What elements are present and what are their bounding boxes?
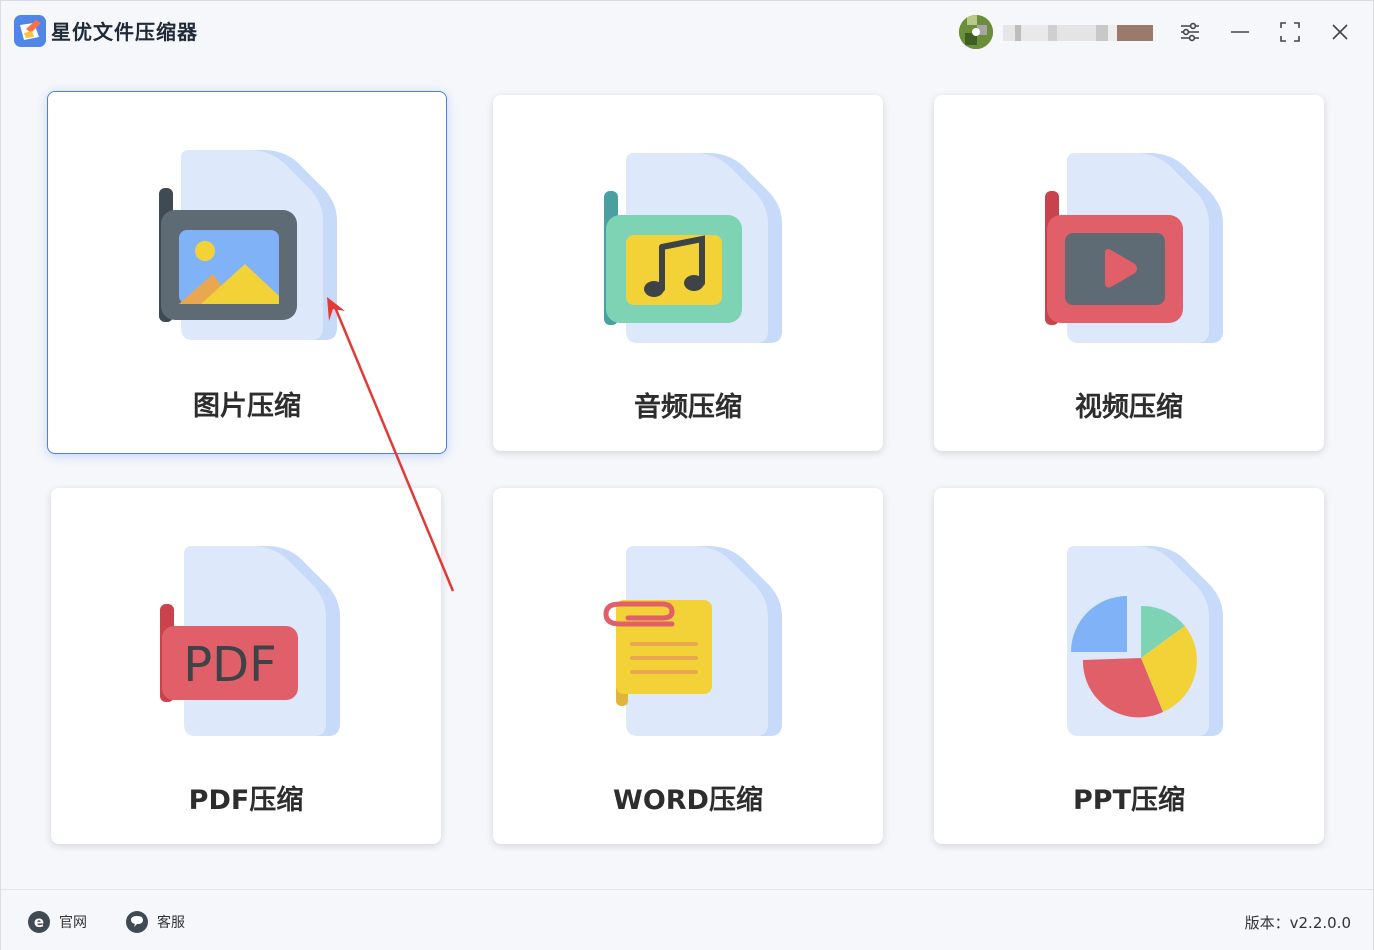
settings-button[interactable] (1173, 15, 1207, 49)
card-image-compress[interactable]: 图片压缩 (47, 91, 447, 454)
footer: e 官网 客服 版本：v2.2.0.0 (1, 889, 1373, 950)
close-button[interactable] (1323, 15, 1357, 49)
app-title: 星优文件压缩器 (51, 20, 198, 44)
word-file-icon (603, 546, 782, 736)
card-label: PPT压缩 (1073, 785, 1185, 816)
user-profile[interactable] (959, 15, 1155, 49)
card-video-compress[interactable]: 视频压缩 (934, 95, 1324, 451)
card-audio-compress[interactable]: 音频压缩 (493, 95, 883, 451)
maximize-button[interactable] (1273, 15, 1307, 49)
card-ppt-compress[interactable]: PPT压缩 (934, 488, 1324, 844)
support-label: 客服 (157, 915, 185, 931)
card-label: WORD压缩 (613, 785, 763, 816)
website-e-icon: e (28, 911, 50, 933)
ppt-file-icon (1067, 546, 1223, 736)
tool-grid: 图片压缩 音频压缩 视频压缩 PDF PDF压缩 WORD压缩 PPT压缩 (1, 63, 1373, 889)
card-label: 视频压缩 (1075, 392, 1183, 423)
version-text: 版本：v2.2.0.0 (1244, 914, 1351, 932)
pdf-file-icon: PDF (160, 546, 340, 736)
card-word-compress[interactable]: WORD压缩 (493, 488, 883, 844)
username-blurred (1003, 25, 1153, 41)
sliders-icon (1181, 22, 1199, 42)
card-label: 图片压缩 (193, 391, 301, 422)
audio-file-icon (604, 153, 782, 343)
avatar[interactable] (959, 15, 993, 49)
chat-bubble-icon (126, 911, 148, 933)
title-bar: 星优文件压缩器 (1, 1, 1373, 63)
card-pdf-compress[interactable]: PDF PDF压缩 (51, 488, 441, 844)
support-link[interactable]: 客服 (125, 910, 185, 934)
svg-text:e: e (34, 913, 44, 931)
minimize-button[interactable] (1223, 15, 1257, 49)
fullscreen-icon (1280, 22, 1300, 42)
image-file-icon (159, 150, 337, 340)
video-file-icon (1045, 153, 1223, 343)
app-window: 星优文件压缩器 图片压缩 音频压缩 视频压缩 PDF PDF压缩 WORD压缩 … (0, 0, 1374, 950)
minimize-icon (1231, 31, 1249, 33)
close-icon (1332, 24, 1348, 40)
svg-text:PDF: PDF (183, 637, 277, 693)
card-label: 音频压缩 (634, 392, 742, 423)
website-label: 官网 (59, 915, 87, 931)
card-label: PDF压缩 (188, 785, 304, 816)
app-logo-icon (14, 15, 46, 47)
website-link[interactable]: e 官网 (27, 910, 87, 934)
